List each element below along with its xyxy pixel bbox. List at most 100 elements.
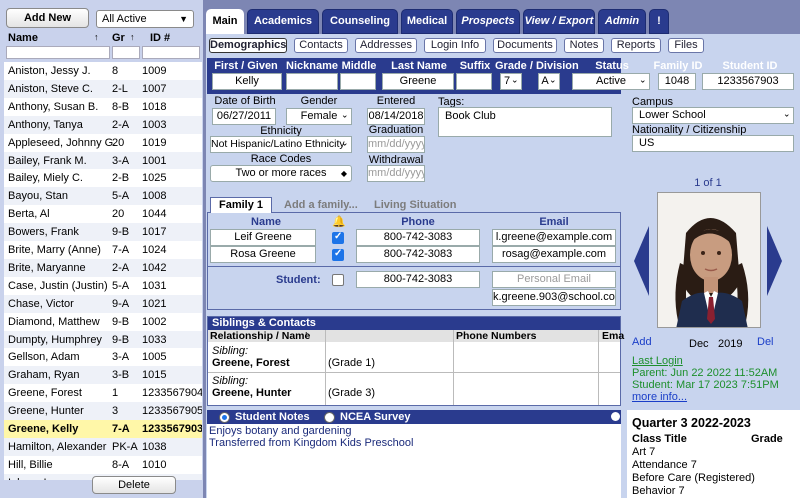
- student-row[interactable]: Case, Justin (Justin) 5-A 1031: [4, 277, 202, 295]
- ethnicity-select[interactable]: Not Hispanic/Latino Ethnicity: [210, 136, 352, 153]
- col-relationship[interactable]: Relationship / Name: [210, 330, 310, 342]
- student-row[interactable]: Hamilton, Alexander PK-A 1038: [4, 437, 202, 456]
- first-name-field[interactable]: Kelly: [212, 73, 282, 90]
- family-member-name[interactable]: Leif Greene: [210, 229, 316, 246]
- student-row[interactable]: Chase, Victor 9-A 1021: [4, 294, 202, 313]
- student-notes-label[interactable]: Student Notes: [235, 411, 310, 423]
- sibling-name[interactable]: Greene, Forest: [212, 357, 290, 369]
- tab-![interactable]: !: [649, 9, 669, 34]
- dob-field[interactable]: 06/27/2011: [212, 108, 276, 125]
- col-email[interactable]: Ema: [602, 330, 624, 342]
- nickname-field[interactable]: [286, 73, 338, 90]
- student-row[interactable]: Brite, Maryanne 2-A 1042: [4, 258, 202, 277]
- class-row[interactable]: Attendance 7: [632, 459, 697, 471]
- family-1-tab[interactable]: Family 1: [210, 197, 272, 213]
- student-phone-field[interactable]: 800-742-3083: [356, 271, 480, 288]
- grade-search-input[interactable]: [112, 46, 140, 59]
- sibling-name[interactable]: Greene, Hunter: [212, 387, 291, 399]
- ncea-survey-label[interactable]: NCEA Survey: [340, 411, 411, 423]
- tab-prospects[interactable]: Prospects: [456, 9, 520, 34]
- family-id-field[interactable]: 1048: [658, 73, 696, 90]
- contact-checkbox[interactable]: [332, 231, 344, 244]
- next-photo-arrow-icon[interactable]: [767, 226, 782, 296]
- last-name-field[interactable]: Greene: [382, 73, 454, 90]
- class-row[interactable]: Before Care (Registered): [632, 472, 755, 484]
- family-member-email[interactable]: l.greene@example.com: [492, 229, 616, 246]
- graduation-field[interactable]: mm/dd/yyyy: [367, 136, 425, 153]
- campus-select[interactable]: Lower School: [632, 107, 794, 124]
- col-phone[interactable]: Phone Numbers: [456, 330, 537, 342]
- tab-main[interactable]: Main: [206, 9, 244, 34]
- name-search-input[interactable]: [6, 46, 110, 59]
- student-row[interactable]: Greene, Hunter 3 1233567905: [4, 402, 202, 420]
- student-row[interactable]: Brite, Marry (Anne) 7-A 1024: [4, 241, 202, 259]
- student-row[interactable]: Greene, Kelly 7-A 1233567903: [4, 420, 202, 438]
- entered-field[interactable]: 08/14/2018: [367, 108, 425, 125]
- col-id-header[interactable]: ID #: [150, 32, 170, 44]
- student-checkbox[interactable]: [332, 274, 344, 286]
- status-select[interactable]: Active: [572, 73, 650, 90]
- student-row[interactable]: Aniston, Jessy J. 8 1009: [4, 62, 202, 80]
- student-notes-radio[interactable]: [219, 412, 230, 423]
- add-photo-link[interactable]: Add: [632, 336, 652, 348]
- family-member-name[interactable]: Rosa Greene: [210, 246, 316, 263]
- living-situation-tab[interactable]: Living Situation: [374, 199, 457, 211]
- personal-email-field[interactable]: Personal Email: [492, 271, 616, 288]
- notes-text[interactable]: Enjoys botany and gardening Transferred f…: [209, 425, 413, 449]
- tags-field[interactable]: Book Club: [438, 107, 612, 137]
- add-new-button[interactable]: Add New: [6, 8, 89, 28]
- add-family-tab[interactable]: Add a family...: [284, 199, 358, 211]
- student-row[interactable]: Anthony, Susan B. 8-B 1018: [4, 98, 202, 116]
- student-row[interactable]: Dumpty, Humphrey 9-B 1033: [4, 330, 202, 349]
- ncea-survey-radio[interactable]: [324, 412, 335, 423]
- tab-academics[interactable]: Academics: [247, 9, 319, 34]
- subtab-addresses[interactable]: Addresses: [355, 38, 417, 53]
- contact-checkbox[interactable]: [332, 248, 344, 261]
- subtab-login-info[interactable]: Login Info: [424, 38, 486, 53]
- student-row[interactable]: Aniston, Steve C. 2-L 1007: [4, 79, 202, 98]
- gender-select[interactable]: Female: [286, 108, 352, 125]
- student-row[interactable]: Bayou, Stan 5-A 1008: [4, 187, 202, 206]
- student-row[interactable]: Greene, Forest 1 1233567904: [4, 384, 202, 402]
- col-grade-header[interactable]: Gr: [112, 32, 125, 44]
- more-info-link[interactable]: more info...: [632, 391, 687, 403]
- delete-button[interactable]: Delete: [92, 476, 176, 494]
- student-row[interactable]: Anthony, Tanya 2-A 1003: [4, 115, 202, 134]
- family-member-email[interactable]: rosag@example.com: [492, 246, 616, 263]
- subtab-contacts[interactable]: Contacts: [294, 38, 348, 53]
- subtab-demographics[interactable]: Demographics: [209, 38, 287, 53]
- student-row[interactable]: Bailey, Frank M. 3-A 1001: [4, 151, 202, 170]
- subtab-documents[interactable]: Documents: [493, 38, 557, 53]
- student-id-field[interactable]: 1233567903: [702, 73, 794, 90]
- tab-admin[interactable]: Admin: [598, 9, 646, 34]
- school-email-field[interactable]: k.greene.903@school.com: [492, 289, 616, 306]
- family-member-phone[interactable]: 800-742-3083: [356, 229, 480, 246]
- class-row[interactable]: Behavior 7: [632, 485, 685, 497]
- student-row[interactable]: Graham, Ryan 3-B 1015: [4, 366, 202, 385]
- student-row[interactable]: Gellson, Adam 3-A 1005: [4, 348, 202, 366]
- prev-photo-arrow-icon[interactable]: [634, 226, 649, 296]
- student-row[interactable]: Bailey, Miely C. 2-B 1025: [4, 169, 202, 187]
- subtab-reports[interactable]: Reports: [611, 38, 661, 53]
- status-filter-select[interactable]: All Active ▼: [96, 10, 194, 28]
- student-row[interactable]: Hill, Billie 8-A 1010: [4, 456, 202, 474]
- class-row[interactable]: Art 7: [632, 446, 655, 458]
- delete-photo-link[interactable]: Del: [757, 336, 774, 348]
- student-row[interactable]: Berta, Al 20 1044: [4, 205, 202, 223]
- student-row[interactable]: Diamond, Matthew 9-B 1002: [4, 313, 202, 331]
- tab-medical[interactable]: Medical: [401, 9, 453, 34]
- tab-view-export[interactable]: View / Export: [523, 9, 595, 34]
- suffix-field[interactable]: [456, 73, 492, 90]
- student-row[interactable]: Bowers, Frank 9-B 1017: [4, 223, 202, 241]
- withdrawal-field[interactable]: mm/dd/yyyy: [367, 165, 425, 182]
- race-select[interactable]: Two or more races ◆: [210, 165, 352, 182]
- middle-name-field[interactable]: [340, 73, 376, 90]
- col-name-header[interactable]: Name: [8, 32, 38, 44]
- subtab-files[interactable]: Files: [668, 38, 704, 53]
- family-member-phone[interactable]: 800-742-3083: [356, 246, 480, 263]
- division-select[interactable]: A: [538, 73, 560, 90]
- tab-counseling[interactable]: Counseling: [322, 9, 398, 34]
- subtab-notes[interactable]: Notes: [564, 38, 604, 53]
- nationality-field[interactable]: US: [632, 135, 794, 152]
- id-search-input[interactable]: [142, 46, 200, 59]
